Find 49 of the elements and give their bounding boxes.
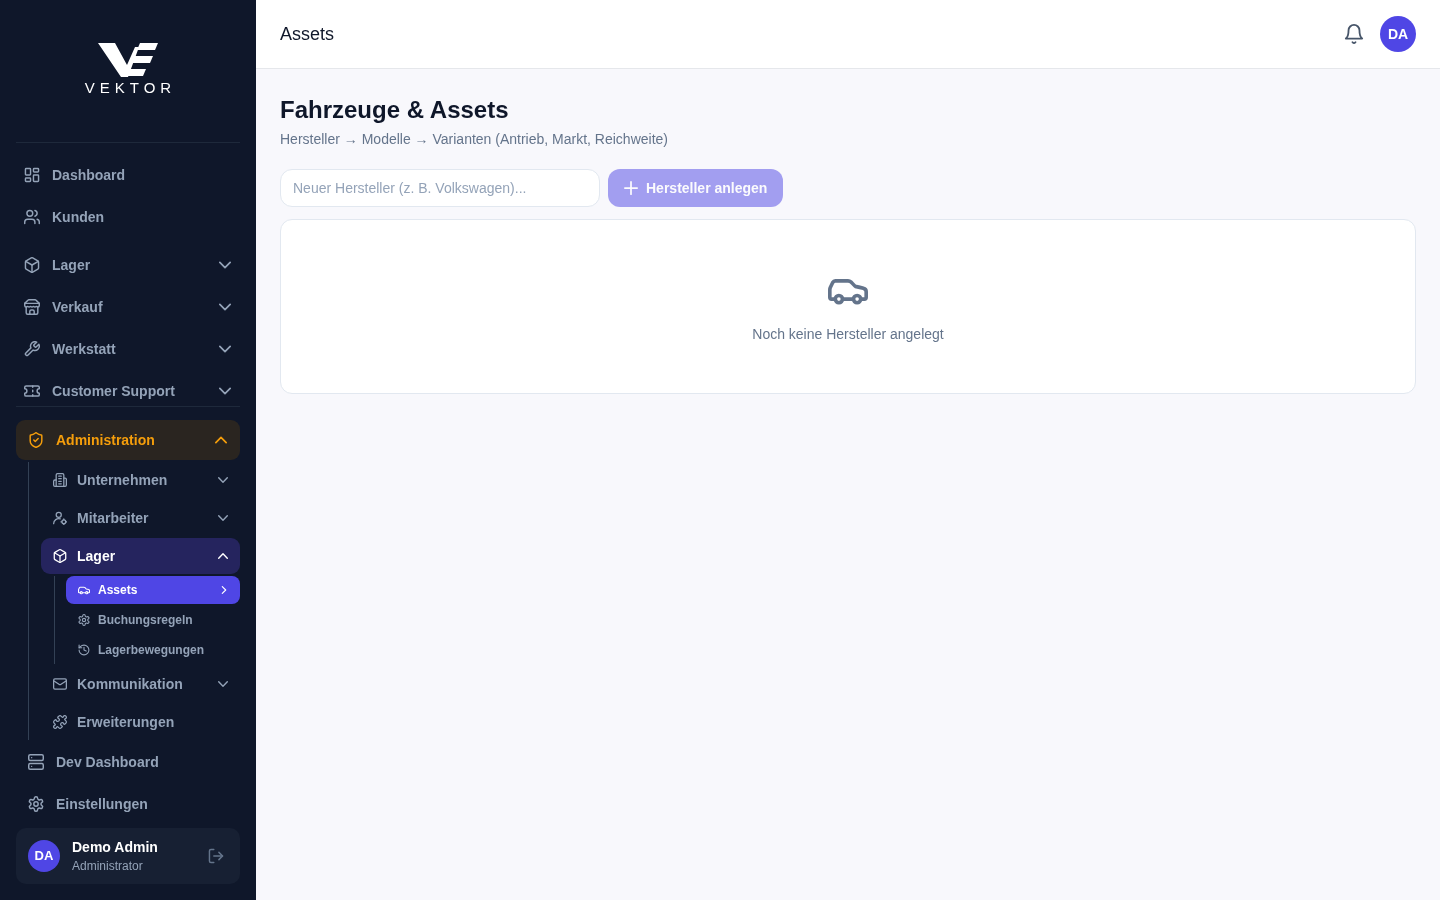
mail-icon	[53, 677, 67, 691]
submenu-item[interactable]: Lager	[41, 538, 240, 574]
submenu-item[interactable]: Erweiterungen	[41, 704, 240, 740]
dashboard-grid-icon	[24, 167, 40, 183]
box-icon	[24, 257, 40, 273]
logout-icon[interactable]	[208, 848, 224, 864]
nav-item[interactable]: Dashboard	[16, 154, 240, 196]
submenu-item[interactable]: Kommunikation	[41, 666, 240, 702]
settings-icon	[28, 796, 44, 812]
store-icon	[24, 299, 40, 315]
nav-item[interactable]: Werkstatt	[16, 328, 240, 370]
user-role: Administrator	[72, 858, 144, 874]
notification-bell-icon[interactable]	[1344, 24, 1364, 44]
page-subtitle: Hersteller → Modelle → Varianten (Antrieb, Markt, Reichweite)	[280, 130, 669, 149]
submenu-item[interactable]: Mitarbeiter	[41, 500, 240, 536]
nav-item[interactable]: Verkauf	[16, 286, 240, 328]
nav-item[interactable]: Einstellungen	[16, 784, 240, 824]
server-icon	[28, 754, 44, 770]
chevron-right-icon	[220, 586, 228, 594]
submenu-item[interactable]: Assets	[66, 576, 240, 604]
page-title: Assets	[280, 22, 335, 46]
submenu-item[interactable]: Unternehmen	[41, 462, 240, 498]
submenu-item[interactable]: Lagerbewegungen	[66, 636, 240, 664]
user-gear-icon	[53, 511, 67, 525]
nav-item[interactable]: Administration	[16, 420, 240, 460]
manufacturer-input-field[interactable]: Neuer Hersteller (z. B. Volkswagen)...	[280, 169, 600, 207]
box-icon	[53, 549, 67, 563]
user-name: Demo Admin	[72, 838, 158, 856]
nav-item[interactable]: Lager	[16, 244, 240, 286]
logo-wordmark: VEKTOR	[83, 79, 177, 97]
plus-icon	[624, 181, 638, 195]
history-icon	[78, 644, 90, 656]
nav-item[interactable]: Dev Dashboard	[16, 742, 240, 782]
nav-item[interactable]: Kunden	[16, 196, 240, 238]
puzzle-icon	[53, 715, 67, 729]
user-avatar: DA	[28, 840, 60, 872]
shield-check-icon	[28, 432, 44, 448]
page-heading: Fahrzeuge & Assets	[280, 95, 510, 125]
building-icon	[53, 473, 67, 487]
gear-icon	[78, 614, 90, 626]
nav-item[interactable]: Customer Support	[16, 370, 240, 406]
empty-state-message: Noch keine Hersteller angelegt	[752, 325, 944, 344]
wrench-icon	[24, 341, 40, 357]
user-avatar[interactable]: DA	[1380, 16, 1416, 52]
car-icon	[78, 584, 90, 596]
users-icon	[24, 209, 40, 225]
logo-mark-icon	[98, 43, 158, 77]
ticket-icon	[24, 383, 40, 399]
submenu-item[interactable]: Buchungsregeln	[66, 606, 240, 634]
